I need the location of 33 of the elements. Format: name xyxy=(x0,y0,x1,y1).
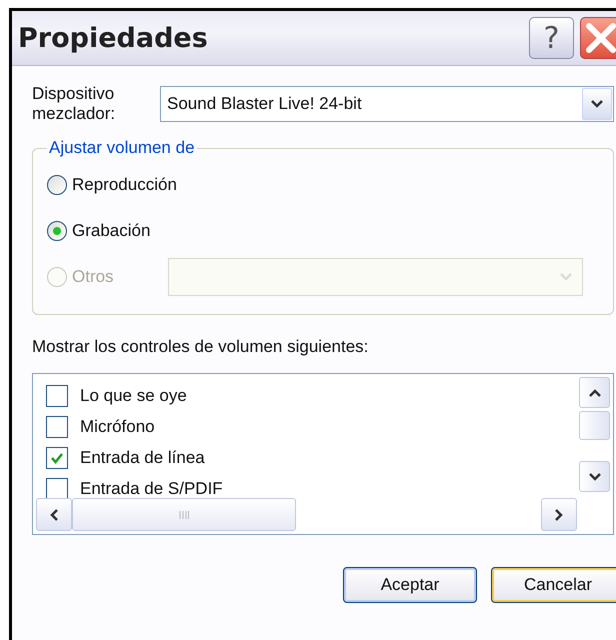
controls-label: Mostrar los controles de volumen siguientes: xyxy=(32,337,370,357)
radio-button[interactable] xyxy=(47,221,67,241)
group-legend: Ajustar volumen de xyxy=(47,138,197,158)
scroll-down-button[interactable] xyxy=(579,461,610,492)
list-item-label[interactable]: Lo que se oye xyxy=(80,386,187,406)
window-title: Propiedades xyxy=(18,22,209,54)
vertical-scrollbar[interactable] xyxy=(579,377,610,492)
scroll-up-button[interactable] xyxy=(579,377,610,408)
radio-label[interactable]: Reproducción xyxy=(72,175,177,195)
list-item-label[interactable]: Entrada de línea xyxy=(80,448,205,468)
scroll-right-button[interactable] xyxy=(541,498,577,531)
mixer-dropdown[interactable]: Sound Blaster Live! 24-bit xyxy=(160,86,614,122)
scroll-left-button[interactable] xyxy=(36,498,72,531)
grip-icon xyxy=(179,510,189,520)
scroll-thumb[interactable] xyxy=(579,411,610,440)
list-item-label[interactable]: Micrófono xyxy=(80,416,155,436)
accept-button[interactable]: Aceptar xyxy=(343,567,477,603)
list-item-label[interactable]: Entrada de S/PDIF xyxy=(80,478,223,498)
checkbox[interactable] xyxy=(46,384,68,406)
close-button[interactable] xyxy=(580,17,616,59)
scroll-thumb[interactable] xyxy=(72,498,296,531)
cancel-button[interactable]: Cancelar xyxy=(491,567,616,603)
help-button[interactable]: ? xyxy=(529,17,574,59)
radio-label[interactable]: Grabación xyxy=(72,221,150,241)
checkbox[interactable] xyxy=(46,478,68,500)
dropdown-button[interactable] xyxy=(582,88,612,120)
checkbox[interactable] xyxy=(46,416,68,438)
caret-icon xyxy=(559,272,573,282)
mixer-label: Dispositivo mezclador: xyxy=(32,84,116,124)
checkbox[interactable] xyxy=(46,446,68,468)
radio-button[interactable] xyxy=(47,175,67,195)
horizontal-scrollbar[interactable] xyxy=(36,498,577,531)
caret-icon xyxy=(590,99,604,109)
